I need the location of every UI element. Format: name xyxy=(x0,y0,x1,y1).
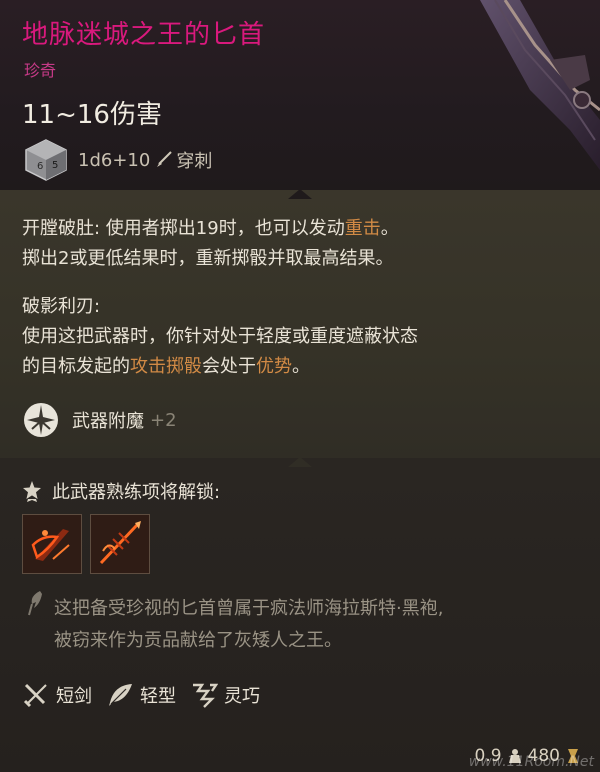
flavor-line: 被窃来作为贡品献给了灰矮人之王。 xyxy=(54,630,342,651)
tag-finesse: 灵巧 xyxy=(190,681,260,709)
finesse-icon xyxy=(193,683,218,708)
weapon-tags: 短剑 轻型 灵巧 xyxy=(22,680,274,710)
svg-text:5: 5 xyxy=(52,160,58,171)
divider xyxy=(288,457,312,467)
item-rarity: 珍奇 xyxy=(24,61,57,80)
flavor-line: 这把备受珍视的匕首曾属于疯法师海拉斯特·黑袍, xyxy=(54,598,444,619)
proficiency-title: 此武器熟练项将解锁: xyxy=(52,482,221,503)
enchant-row: 武器附魔 +2 xyxy=(22,400,177,440)
watermark: www.11Room.Net xyxy=(468,754,594,770)
enchant-label: 武器附魔 xyxy=(72,411,144,432)
item-name: 地脉迷城之王的匕首 xyxy=(22,20,266,50)
dice-value: 1d6+10 xyxy=(78,149,151,171)
slash-action-icon[interactable] xyxy=(22,514,82,574)
tag-label: 灵巧 xyxy=(224,686,260,707)
dice-row: 6 5 1d6+10 穿刺 xyxy=(22,138,212,182)
pierce-action-icon[interactable] xyxy=(90,514,150,574)
ability-line: 掷出2或更低结果时，重新掷骰并取最高结果。 xyxy=(22,248,394,269)
feather-icon xyxy=(109,684,132,706)
proficiency-header: 此武器熟练项将解锁: xyxy=(22,478,220,504)
star-badge-icon xyxy=(23,481,41,502)
enchant-icon xyxy=(24,403,58,437)
ability-name: 破影利刃: xyxy=(22,296,101,317)
keyword-link[interactable]: 优势 xyxy=(256,356,292,377)
quill-icon xyxy=(28,591,42,616)
divider xyxy=(288,189,312,199)
damage-range: 11~16伤害 xyxy=(22,100,162,130)
ability-line: 开膛破肚: 使用者掷出19时，也可以发动重击。 xyxy=(22,218,399,239)
tag-label: 轻型 xyxy=(140,686,176,707)
pierce-icon xyxy=(157,151,173,167)
short-sword-icon xyxy=(23,683,47,708)
tag-light: 轻型 xyxy=(106,681,176,709)
dice-icon: 6 5 xyxy=(25,139,67,181)
ability-line: 使用这把武器时，你针对处于轻度或重度遮蔽状态 xyxy=(22,326,418,347)
tag-short-sword: 短剑 xyxy=(22,681,92,709)
proficiency-section: 此武器熟练项将解锁: 这把备受珍视的匕首曾属于疯法师海拉斯特·黑袍, 被窃来作为… xyxy=(0,457,600,772)
dagger-art-icon xyxy=(480,0,600,170)
damage-type: 穿刺 xyxy=(176,151,213,172)
properties-section: 开膛破肚: 使用者掷出19时，也可以发动重击。 掷出2或更低结果时，重新掷骰并取… xyxy=(0,189,600,458)
enchant-bonus: +2 xyxy=(150,409,177,431)
keyword-link[interactable]: 重击 xyxy=(345,218,381,239)
ability-line: 的目标发起的攻击掷骰会处于优势。 xyxy=(22,356,310,377)
svg-text:6: 6 xyxy=(37,161,43,172)
keyword-link[interactable]: 攻击掷骰 xyxy=(130,356,202,377)
item-tooltip: 地脉迷城之王的匕首 珍奇 11~16伤害 6 5 1d6+10 穿刺 开膛破肚: xyxy=(0,0,600,772)
tag-label: 短剑 xyxy=(56,686,92,707)
tooltip-header: 地脉迷城之王的匕首 珍奇 11~16伤害 6 5 1d6+10 穿刺 xyxy=(0,0,600,190)
ability-name: 开膛破肚: xyxy=(22,218,101,239)
